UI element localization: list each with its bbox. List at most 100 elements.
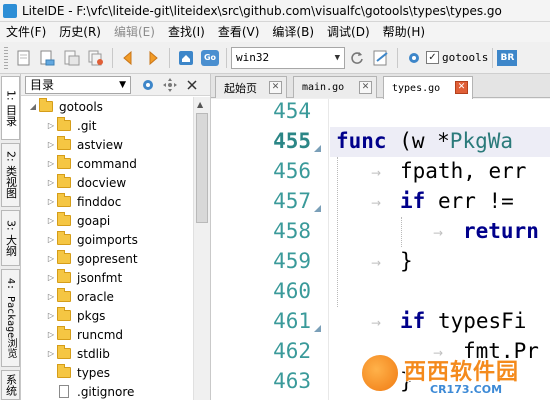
gotools-label: gotools	[442, 51, 489, 64]
tree-row[interactable]: ▷ finddoc	[45, 192, 121, 211]
file-pane-header: 目录 ▼	[21, 74, 210, 96]
tree-row[interactable]: types	[45, 363, 110, 382]
code-token: PkgWa	[449, 129, 514, 153]
expanded-arrow-icon[interactable]: ◢	[27, 102, 39, 111]
tree-scrollbar[interactable]: ▲	[193, 97, 210, 400]
close-tab-icon[interactable]: ✕	[359, 81, 372, 94]
menu-view[interactable]: 查看(V)	[212, 22, 267, 42]
tree-row[interactable]: ▷ goapi	[45, 211, 110, 230]
tab-marker-icon: →	[371, 166, 382, 180]
edit-env-icon[interactable]	[370, 47, 392, 69]
tree-row[interactable]: ▷ oracle	[45, 287, 114, 306]
close-tab-icon[interactable]: ✕	[455, 81, 468, 94]
tree-row[interactable]: ▷ astview	[45, 135, 123, 154]
tree-item-label: goimports	[77, 232, 138, 247]
go-back-icon[interactable]	[118, 47, 140, 69]
save-file-icon[interactable]	[61, 47, 83, 69]
close-tab-icon[interactable]: ✕	[269, 81, 282, 94]
tree-row[interactable]: .gitignore	[45, 382, 134, 400]
open-file-icon[interactable]	[37, 47, 59, 69]
environment-value: win32	[236, 51, 270, 64]
tree-row[interactable]: ◢ gotools	[27, 97, 103, 116]
toolbar-grip[interactable]	[4, 46, 8, 69]
fold-marker-icon[interactable]	[314, 145, 321, 152]
refresh-icon[interactable]	[346, 47, 368, 69]
save-all-icon[interactable]	[85, 47, 107, 69]
scrollbar-thumb[interactable]	[196, 113, 208, 223]
collapsed-arrow-icon[interactable]: ▷	[45, 235, 57, 244]
tab-main-go[interactable]: main.go ✕	[293, 76, 377, 98]
line-number: 461	[273, 309, 311, 333]
tab-types-go[interactable]: types.go ✕	[383, 76, 473, 99]
tree-row[interactable]: ▷ runcmd	[45, 325, 123, 344]
collapsed-arrow-icon[interactable]: ▷	[45, 159, 57, 168]
collapsed-arrow-icon[interactable]: ▷	[45, 178, 57, 187]
scroll-up-icon[interactable]: ▲	[197, 100, 203, 109]
gear-icon[interactable]	[139, 76, 157, 94]
toolbar-separator	[226, 47, 227, 68]
side-tab-directory[interactable]: 1: 目录	[1, 76, 20, 140]
collapsed-arrow-icon[interactable]: ▷	[45, 292, 57, 301]
tree-item-label: goapi	[77, 213, 111, 228]
new-file-icon[interactable]	[13, 47, 35, 69]
menu-edit[interactable]: 编辑(E)	[108, 22, 162, 42]
menu-help[interactable]: 帮助(H)	[377, 22, 432, 42]
menu-find[interactable]: 查找(I)	[162, 22, 212, 42]
tree-row[interactable]: ▷ stdlib	[45, 344, 110, 363]
tree-row[interactable]: ▷ pkgs	[45, 306, 105, 325]
menu-build[interactable]: 编译(B)	[266, 22, 321, 42]
indent-guide	[337, 157, 338, 307]
tab-label: 起始页	[224, 81, 257, 95]
folder-icon	[57, 193, 71, 207]
side-tab-package-browser[interactable]: 4: Package浏览	[1, 269, 20, 367]
tree-row[interactable]: ▷ docview	[45, 173, 126, 192]
collapsed-arrow-icon[interactable]: ▷	[45, 121, 57, 130]
code-token: return	[463, 219, 539, 243]
br-icon[interactable]: BR	[497, 49, 518, 66]
side-tab-system[interactable]: 系统	[1, 370, 20, 400]
collapsed-arrow-icon[interactable]: ▷	[45, 216, 57, 225]
side-tab-outline[interactable]: 3: 大纲	[1, 210, 20, 266]
go-icon[interactable]: Go	[199, 47, 221, 69]
tree-row[interactable]: ▷ goimports	[45, 230, 138, 249]
tree-row[interactable]: ▷ gopresent	[45, 249, 138, 268]
fold-marker-icon[interactable]	[314, 205, 321, 212]
side-tab-label: 1: 目录	[4, 89, 18, 127]
collapsed-arrow-icon[interactable]: ▷	[45, 311, 57, 320]
collapsed-arrow-icon[interactable]: ▷	[45, 349, 57, 358]
tab-marker-icon: →	[433, 226, 444, 240]
gotools-checkbox[interactable]: ✓	[426, 51, 439, 64]
collapsed-arrow-icon[interactable]: ▷	[45, 197, 57, 206]
sync-icon[interactable]	[161, 76, 179, 94]
folder-icon	[57, 326, 71, 340]
line-number: 458	[273, 219, 311, 243]
folder-icon	[57, 155, 71, 169]
menu-history[interactable]: 历史(R)	[53, 22, 108, 42]
close-icon[interactable]	[183, 76, 201, 94]
gear-icon[interactable]	[403, 47, 425, 69]
tree-row[interactable]: ▷ command	[45, 154, 137, 173]
tab-marker-icon: →	[371, 256, 382, 270]
menu-file[interactable]: 文件(F)	[0, 22, 53, 42]
fold-marker-icon[interactable]	[314, 325, 321, 332]
tab-start-page[interactable]: 起始页 ✕	[215, 76, 287, 98]
folder-icon	[57, 174, 71, 188]
editor-tab-bar: 起始页 ✕ main.go ✕ types.go ✕	[211, 74, 550, 99]
tree-row[interactable]: ▷ jsonfmt	[45, 268, 122, 287]
toolbar-separator	[112, 47, 113, 68]
home-icon[interactable]	[175, 47, 197, 69]
environment-select[interactable]: win32 ▼	[231, 46, 345, 69]
window-title: LiteIDE - F:\vfc\liteide-git\liteidex\sr…	[22, 3, 502, 18]
watermark-logo: 西西软件园 CR173.COM	[360, 351, 550, 400]
tree-row[interactable]: ▷ .git	[45, 116, 96, 135]
collapsed-arrow-icon[interactable]: ▷	[45, 140, 57, 149]
side-tab-class-view[interactable]: 2: 类视图	[1, 143, 20, 207]
view-mode-select[interactable]: 目录 ▼	[25, 75, 131, 94]
code-token: }	[400, 249, 413, 273]
collapsed-arrow-icon[interactable]: ▷	[45, 273, 57, 282]
collapsed-arrow-icon[interactable]: ▷	[45, 254, 57, 263]
go-forward-icon[interactable]	[142, 47, 164, 69]
collapsed-arrow-icon[interactable]: ▷	[45, 330, 57, 339]
menu-debug[interactable]: 调试(D)	[321, 22, 377, 42]
code-line: if typesFi	[400, 306, 526, 336]
